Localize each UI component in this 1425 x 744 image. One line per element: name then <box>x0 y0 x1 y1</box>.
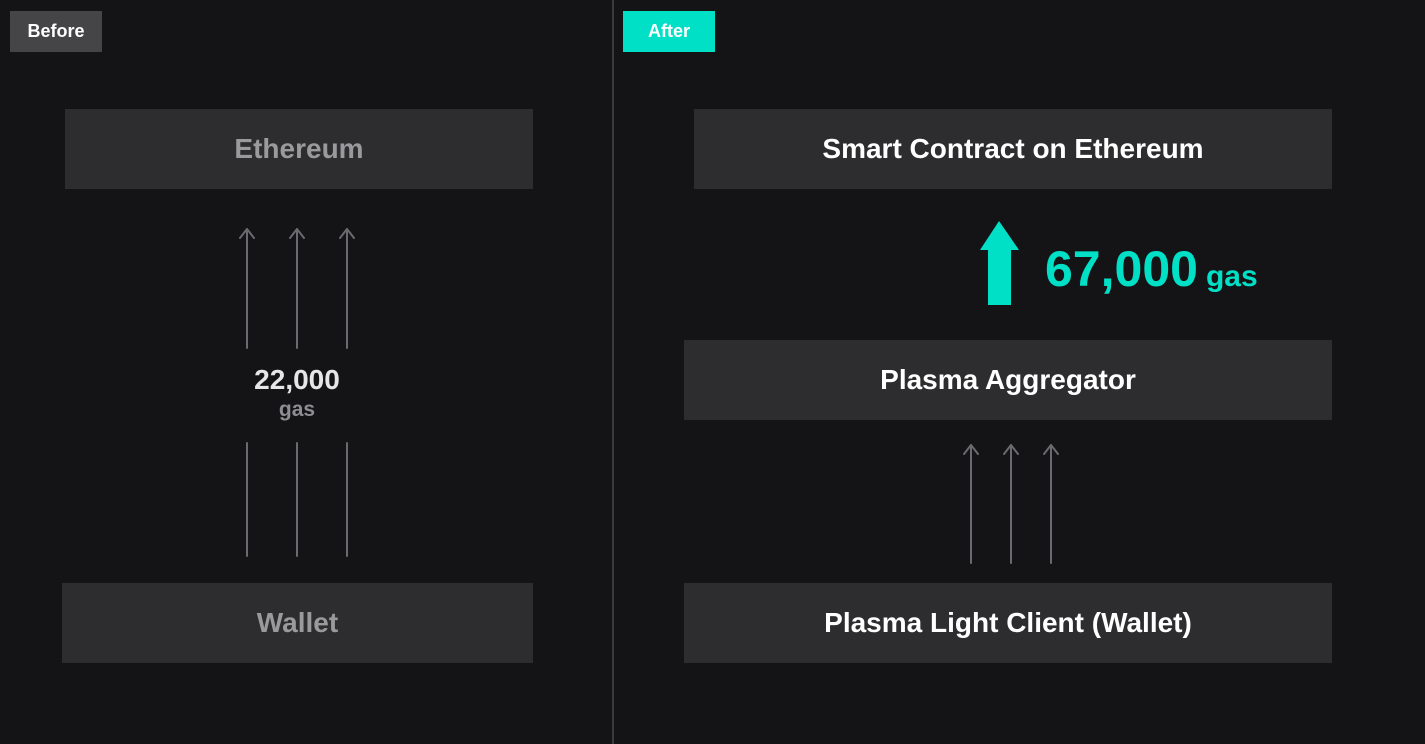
arrow-up-thin-icon <box>1003 444 1019 564</box>
arrow-up-thin-icon <box>339 228 355 349</box>
arrow-up-thin-icon <box>1043 444 1059 564</box>
arrows-layer <box>239 221 1059 564</box>
arrow-up-thin-icon <box>963 444 979 564</box>
arrow-up-bold-icon <box>980 221 1019 305</box>
arrow-up-thin-icon <box>289 228 305 349</box>
arrow-up-thin-icon <box>239 228 255 349</box>
